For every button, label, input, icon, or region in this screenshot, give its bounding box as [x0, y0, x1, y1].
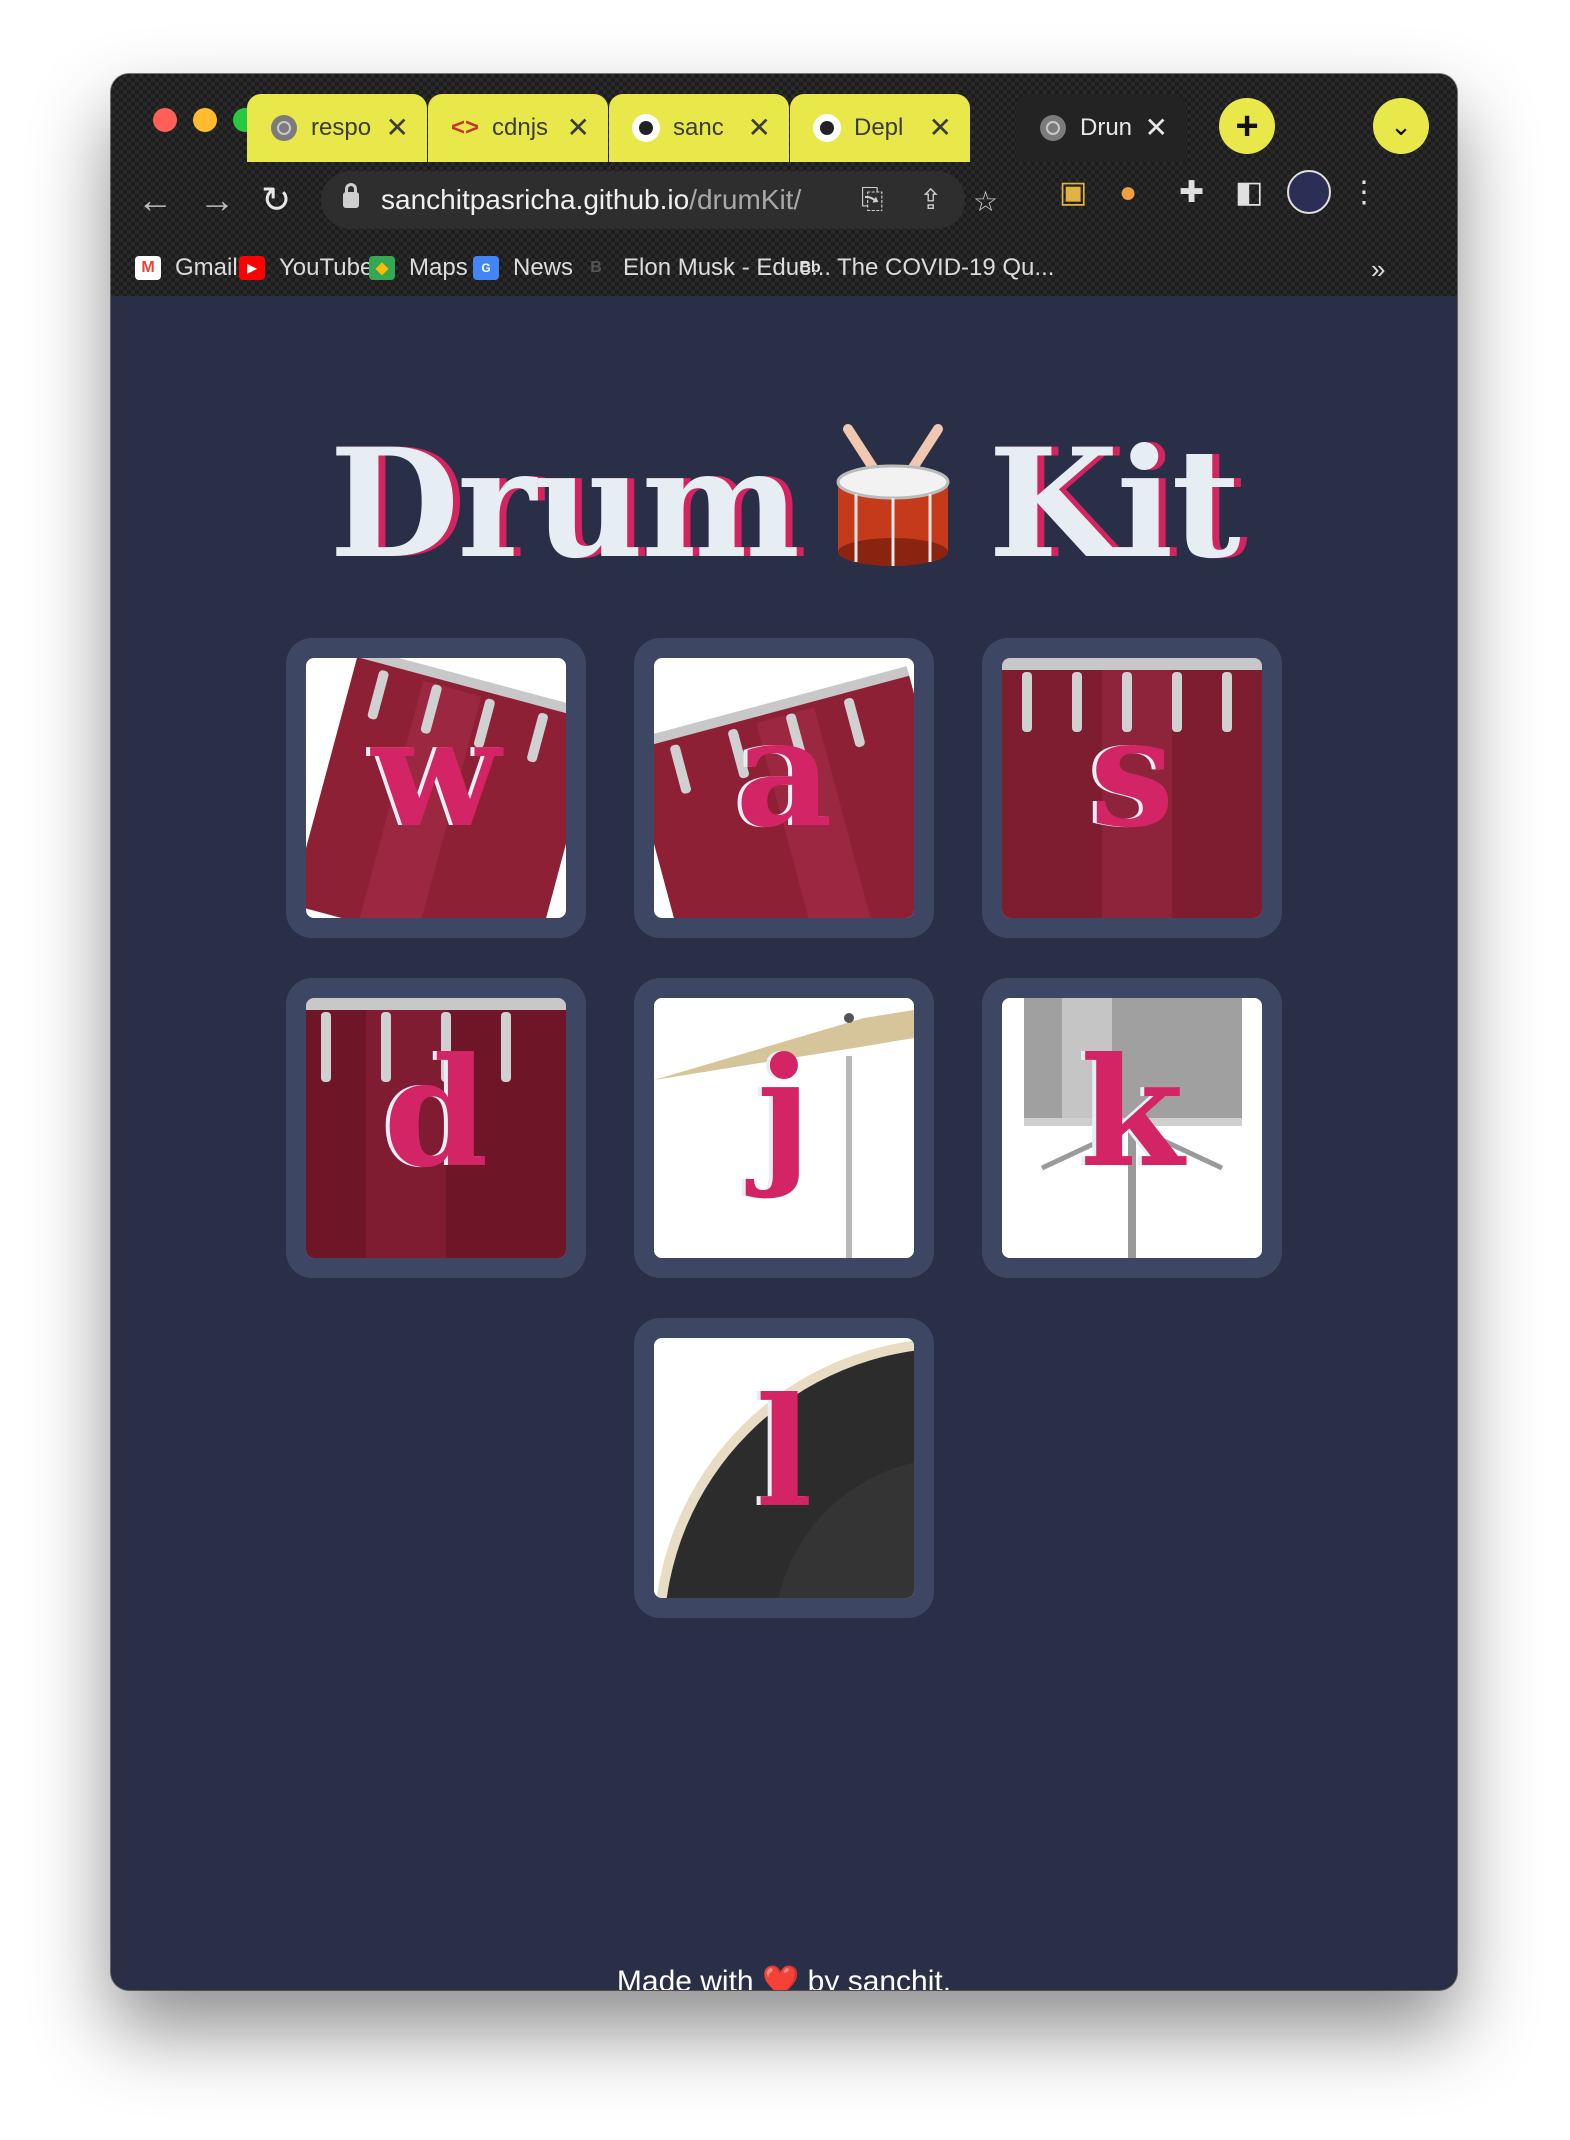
- tab-drum-kit[interactable]: Drun ✕: [1016, 94, 1186, 162]
- drum-pad-d[interactable]: d: [286, 978, 586, 1278]
- globe-icon: [269, 113, 299, 143]
- footer-prefix: Made with: [616, 1965, 754, 1990]
- new-tab-button[interactable]: +: [1219, 98, 1275, 154]
- tab-title: respo: [311, 114, 372, 141]
- forward-button[interactable]: →: [199, 182, 235, 218]
- tab-sanc[interactable]: sanc ✕: [609, 94, 789, 162]
- bookmark-maps[interactable]: ◆ Maps: [369, 254, 468, 282]
- browser-chrome: respo ✕ <> cdnjs ✕ sanc ✕ Depl ✕ Drun ✕ …: [111, 74, 1457, 296]
- reload-button[interactable]: ↻: [261, 182, 291, 218]
- translate-icon[interactable]: ⎘: [861, 183, 883, 216]
- bookmark-label: News: [513, 254, 574, 281]
- news-icon: G: [473, 256, 499, 280]
- pad-key-label: l: [755, 1365, 813, 1541]
- url-path: /drumKit/: [689, 184, 802, 215]
- bookmark-covid[interactable]: Bb The COVID-19 Qu...: [797, 254, 1054, 282]
- b-icon: B: [590, 259, 602, 276]
- heart-icon: ❤️: [761, 1965, 800, 1990]
- maps-icon: ◆: [369, 256, 395, 280]
- close-window-button[interactable]: [153, 108, 177, 132]
- close-icon[interactable]: ✕: [748, 114, 771, 142]
- drum-pad-s[interactable]: s: [982, 638, 1282, 938]
- back-button[interactable]: ←: [137, 182, 173, 218]
- tab-cdnjs[interactable]: <> cdnjs ✕: [428, 94, 608, 162]
- close-icon[interactable]: ✕: [929, 114, 952, 142]
- lock-icon: [343, 183, 359, 208]
- browser-window: respo ✕ <> cdnjs ✕ sanc ✕ Depl ✕ Drun ✕ …: [111, 74, 1457, 1990]
- side-panel-icon[interactable]: ◧: [1235, 178, 1263, 208]
- close-icon[interactable]: ✕: [1145, 114, 1168, 142]
- tab-title: Depl: [854, 114, 904, 141]
- url-host: sanchitpasricha.github.io: [381, 184, 690, 215]
- bookmark-label: The COVID-19 Qu...: [837, 254, 1055, 281]
- drum-pad-k[interactable]: k: [982, 978, 1282, 1278]
- github-icon: [812, 113, 842, 143]
- arrow-left-icon: ←: [137, 179, 173, 220]
- tab-search-button[interactable]: ⌄: [1373, 98, 1429, 154]
- more-menu-icon[interactable]: ⋮: [1349, 178, 1379, 208]
- drum-pad-a[interactable]: a: [634, 638, 934, 938]
- bookmarks-overflow-button[interactable]: »: [1371, 254, 1385, 285]
- pad-key-label: s: [1089, 685, 1175, 861]
- reload-icon: ↻: [261, 179, 292, 220]
- tab-depl[interactable]: Depl ✕: [790, 94, 970, 162]
- extension-honey-icon[interactable]: ●: [1119, 178, 1137, 208]
- bookmark-youtube[interactable]: ▶ YouTube: [239, 254, 373, 282]
- tab-title: cdnjs: [492, 114, 549, 141]
- pad-key-label: d: [383, 1025, 489, 1201]
- youtube-icon: ▶: [239, 256, 265, 280]
- share-icon[interactable]: ⇪: [919, 183, 942, 216]
- arrow-right-icon: →: [199, 179, 235, 220]
- drum-pad-j[interactable]: j: [634, 978, 934, 1278]
- bb-icon: Bb: [799, 259, 821, 276]
- pad-key-label: j: [756, 1025, 812, 1201]
- gmail-icon: M: [135, 256, 161, 280]
- extension-lock-icon[interactable]: ▣: [1059, 178, 1087, 208]
- close-icon[interactable]: ✕: [567, 114, 590, 142]
- bookmark-label: Gmail: [175, 254, 238, 281]
- extensions-puzzle-icon[interactable]: ✚: [1179, 178, 1204, 208]
- pad-key-label: w: [371, 685, 501, 861]
- close-icon[interactable]: ✕: [386, 114, 409, 142]
- tab-title: sanc: [673, 114, 724, 141]
- profile-avatar[interactable]: [1287, 170, 1331, 214]
- pad-key-label: k: [1080, 1025, 1184, 1201]
- title-kit: Kit: [988, 416, 1241, 592]
- page-content: Drum Kit w a s d j k l Made with ❤️ by s…: [111, 296, 1457, 1990]
- title-drum: Drum: [329, 416, 800, 592]
- code-brackets-icon: <>: [450, 114, 480, 141]
- bookmarks-bar: M Gmail ▶ YouTube ◆ Maps G News B Elon M…: [111, 244, 1457, 294]
- bookmark-gmail[interactable]: M Gmail: [135, 254, 238, 282]
- bookmark-elon-musk[interactable]: B Elon Musk - Educ...: [583, 254, 831, 282]
- footer-suffix: by sanchit.: [807, 1965, 952, 1990]
- tab-title: Drun: [1080, 114, 1133, 141]
- drum-icon: [828, 424, 958, 610]
- github-icon: [631, 113, 661, 143]
- page-title: Drum Kit: [111, 416, 1457, 610]
- tab-respo[interactable]: respo ✕: [247, 94, 427, 162]
- bookmark-news[interactable]: G News: [473, 254, 573, 282]
- address-bar[interactable]: sanchitpasricha.github.io/drumKit/ ⎘ ⇪ ☆: [321, 171, 998, 229]
- bookmark-label: Maps: [409, 254, 468, 281]
- drum-pad-l[interactable]: l: [634, 1318, 934, 1618]
- globe-icon: [1038, 113, 1068, 143]
- bookmark-star-icon[interactable]: ☆: [973, 185, 998, 218]
- pad-key-label: a: [735, 685, 833, 861]
- bookmark-label: YouTube: [279, 254, 374, 281]
- drum-pad-w[interactable]: w: [286, 638, 586, 938]
- chevron-down-icon: ⌄: [1390, 110, 1412, 141]
- minimize-window-button[interactable]: [193, 108, 217, 132]
- footer: Made with ❤️ by sanchit.: [111, 1964, 1457, 1990]
